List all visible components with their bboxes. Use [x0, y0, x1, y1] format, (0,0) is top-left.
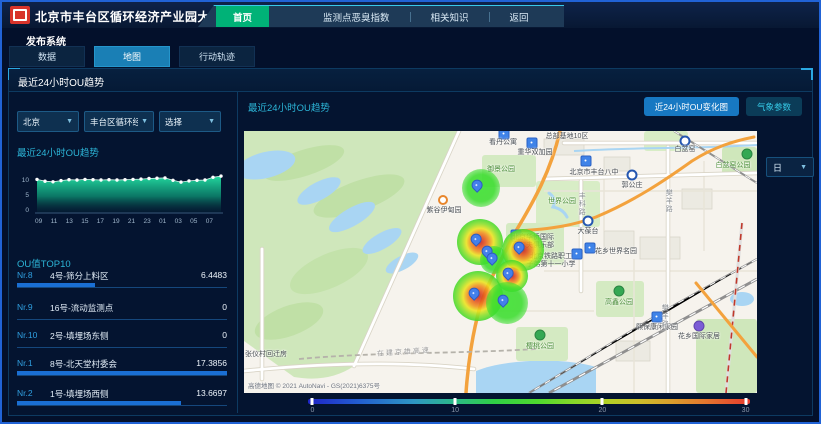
x-axis-ticks: 09 11 13 15 17 19 21 23 01 03 05 07: [35, 218, 213, 225]
map-label: 丰科路: [577, 192, 585, 216]
main-panel-title: 最近24小时OU趋势: [18, 74, 104, 89]
rank-bar-track: [17, 283, 227, 288]
ou-change-map-button[interactable]: 近24小时OU变化图: [644, 97, 739, 116]
ou-color-scale: 0 10 20 30: [308, 397, 750, 415]
top10-row[interactable]: Nr.8 4号-筛分上料区 6.4483: [17, 268, 227, 294]
map-label: 郭公庄: [622, 182, 643, 190]
nav-tab-back[interactable]: 返回: [498, 6, 541, 27]
metro-station-icon: [680, 136, 691, 147]
app-window: 北京市丰台区循环经济产业园大气恶臭状况实时 首页 监测点恶臭指数 相关知识 返回…: [0, 0, 821, 424]
x-tick: 05: [190, 218, 197, 225]
rank-bar: [17, 283, 95, 287]
map-label: 白盆窑公园: [716, 162, 751, 170]
city-select[interactable]: 北京 ▼: [17, 111, 79, 132]
nav-tab-knowledge[interactable]: 相关知识: [419, 6, 481, 27]
scale-tick: [744, 398, 747, 405]
nav-bar: 首页 监测点恶臭指数 相关知识 返回: [198, 5, 564, 27]
map-label: 张仪村回迁房: [245, 351, 287, 359]
map-label: 总部基地10区: [546, 133, 589, 141]
poi-icon: [585, 243, 596, 254]
map-label: 白盆窑: [675, 146, 696, 154]
scale-tick: [311, 398, 314, 405]
station-select[interactable]: 选择 ▼: [159, 111, 221, 132]
map-label: 北京市丰台八中: [570, 169, 619, 177]
metro-station-icon: [583, 216, 594, 227]
main-panel-header: 最近24小时OU趋势: [9, 69, 812, 92]
x-tick: 09: [35, 218, 42, 225]
nav-separator: [410, 12, 411, 22]
period-select[interactable]: 日 ▼: [766, 157, 814, 177]
rank-bar-track: [17, 401, 227, 406]
nav-separator: [489, 12, 490, 22]
map-label: 紫谷伊甸园: [427, 207, 462, 215]
map-label: 樊羊路: [660, 304, 668, 328]
left-panel: 北京 ▼ 丰台区循环经济产 ▼ 选择 ▼ 最近24小时OU趋势 10 5 0: [11, 91, 237, 413]
x-tick: 01: [159, 218, 166, 225]
rank-bar-track: [17, 371, 227, 376]
x-tick: 23: [143, 218, 150, 225]
metro-station-icon: [627, 170, 638, 181]
map-label: 樱桃公园: [526, 343, 554, 351]
rank-bar: [17, 401, 181, 405]
area-chart-svg: [31, 163, 227, 217]
ou-trend-chart: 10 5 0 09111315171921: [17, 161, 233, 251]
nav-tab-home[interactable]: 首页: [216, 6, 269, 27]
top10-row[interactable]: Nr.10 2号-填埋场东侧 0: [17, 328, 227, 354]
gradient-bar: [308, 399, 750, 404]
x-tick: 15: [81, 218, 88, 225]
chevron-down-icon: ▼: [800, 164, 807, 171]
map-label: 花乡世界名园: [595, 248, 637, 256]
poi-icon: [527, 138, 538, 149]
map-label: 高鑫公园: [605, 299, 633, 307]
x-tick: 11: [51, 218, 58, 225]
chevron-down-icon: ▼: [66, 118, 73, 125]
park-icon: [535, 330, 546, 341]
map-label: 看丹公寓: [489, 139, 517, 147]
map-panel: 最近24小时OU趋势 近24小时OU变化图 气象参数: [237, 91, 810, 413]
chevron-down-icon: ▼: [141, 118, 148, 125]
main-panel: 最近24小时OU趋势 北京 ▼ 丰台区循环经济产 ▼ 选择 ▼ 最近24小时OU…: [8, 68, 813, 416]
tab-track[interactable]: 行动轨迹: [179, 46, 255, 67]
poi-icon: [581, 156, 592, 167]
weather-params-button[interactable]: 气象参数: [746, 97, 802, 116]
map-label: 世界公园: [548, 198, 576, 206]
x-tick: 17: [97, 218, 104, 225]
map-label: 重华双加园: [518, 149, 553, 157]
map-label: 熙保康闲家园: [636, 324, 678, 332]
map-label: 大葆台: [578, 228, 599, 236]
trend-chart-title: 最近24小时OU趋势: [17, 145, 99, 159]
park-icon: [742, 149, 753, 160]
map-attribution: 高德地图 © 2021 AutoNavi - GS(2021)6375号: [248, 380, 380, 390]
rank-bar: [17, 371, 227, 375]
x-tick: 21: [128, 218, 135, 225]
scenic-spot-icon: [438, 195, 448, 205]
scale-tick: [454, 398, 457, 405]
map[interactable]: 高德地图 © 2021 AutoNavi - GS(2021)6375号 总部基…: [244, 131, 757, 393]
x-tick: 13: [66, 218, 73, 225]
shopping-icon: [694, 321, 705, 332]
top10-row[interactable]: Nr.1 8号-北天堂村委会 17.3856: [17, 356, 227, 382]
tab-data[interactable]: 数据: [9, 46, 85, 67]
park-icon: [614, 286, 625, 297]
x-tick: 19: [112, 218, 119, 225]
top-bar: 北京市丰台区循环经济产业园大气恶臭状况实时 首页 监测点恶臭指数 相关知识 返回: [2, 2, 819, 28]
nav-tab-odor-index[interactable]: 监测点恶臭指数: [311, 6, 402, 27]
rank-bar-track: [17, 343, 227, 348]
rank-bar-track: [17, 315, 227, 320]
tab-map[interactable]: 地图: [94, 46, 170, 67]
chevron-down-icon: ▼: [208, 118, 215, 125]
scale-tick: [601, 398, 604, 405]
top10-row[interactable]: Nr.2 1号-填埋场西侧 13.6697: [17, 386, 227, 412]
district-select[interactable]: 丰台区循环经济产 ▼: [84, 111, 154, 132]
x-tick: 03: [175, 218, 182, 225]
app-logo-icon: [10, 6, 30, 24]
top10-row[interactable]: Nr.9 16号-流动监测点 0: [17, 300, 227, 326]
map-label: 花乡国际家居: [678, 333, 720, 341]
publish-buttons: 数据 地图 行动轨迹: [9, 46, 255, 67]
map-section-title: 最近24小时OU趋势: [248, 100, 330, 114]
map-label: 樊羊路: [664, 189, 672, 213]
x-tick: 07: [206, 218, 213, 225]
